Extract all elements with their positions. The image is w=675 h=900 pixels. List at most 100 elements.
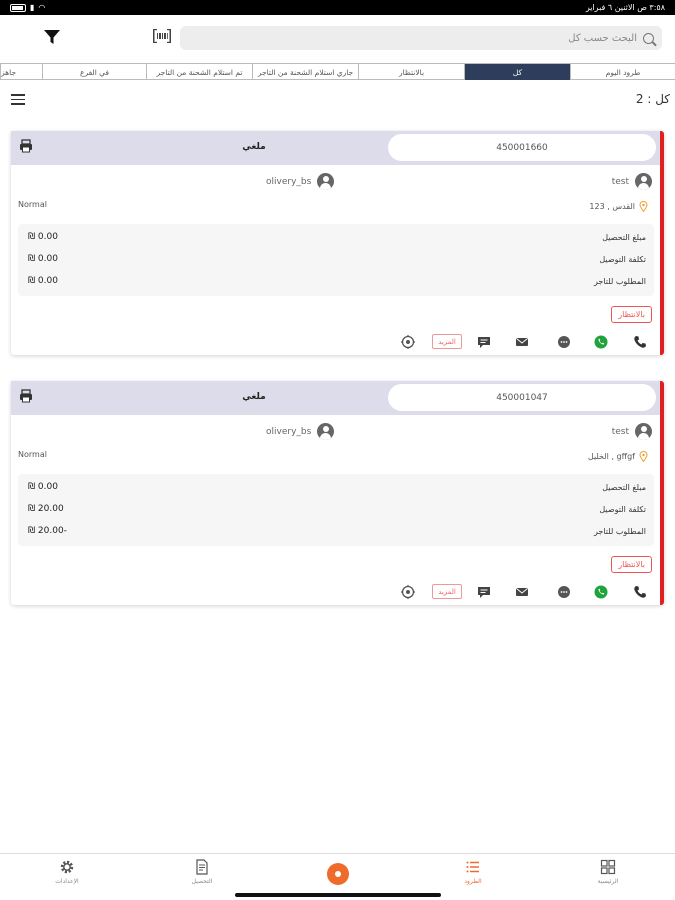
location-text: القدس , 123 [589, 202, 635, 211]
tab-waiting[interactable]: بالانتظار [358, 64, 464, 80]
priority-label: Normal [18, 200, 47, 209]
tab-ready[interactable]: جاهز [0, 64, 42, 80]
order-card-header: ملغي 450001660 [11, 131, 660, 165]
customer-avatar-icon [635, 423, 652, 440]
merchant-due: ₪ 0.00 [28, 276, 58, 286]
battery-percent-icon: ▮ [30, 3, 35, 12]
amount-row: ₪ 20.00 تكلفة التوصيل [18, 502, 654, 518]
filter-icon[interactable] [42, 27, 62, 47]
track-icon[interactable] [400, 334, 416, 350]
note-icon[interactable] [476, 584, 492, 600]
phone-icon[interactable] [632, 584, 648, 600]
delivery-cost: ₪ 0.00 [28, 254, 58, 264]
search-placeholder: البحث حسب كل [568, 32, 637, 44]
nav-dashboard[interactable]: الرئيسية [578, 859, 638, 885]
tab-picked-up[interactable]: تم استلام الشحنة من التاجر [146, 64, 252, 80]
customer-avatar-icon [635, 173, 652, 190]
driver-info: olivery_bs [266, 423, 335, 440]
amount-row: ₪ 0.00 مبلغ التحصيل [18, 480, 654, 496]
count-row: كل : 2 [0, 92, 675, 108]
search-icon [643, 32, 654, 44]
status-time: ٣:٥٨ ص الاثنين ٦ فبراير [585, 3, 665, 12]
order-card[interactable]: ملغي 450001660 olivery_bs test Normal ال… [11, 131, 664, 355]
note-icon[interactable] [476, 334, 492, 350]
location-pin-icon [639, 451, 648, 462]
whatsapp-icon[interactable] [593, 334, 609, 350]
search-row: البحث حسب كل [0, 22, 675, 56]
sms-icon[interactable] [556, 584, 572, 600]
amounts-panel: ₪ 0.00 مبلغ التحصيل ₪ 0.00 تكلفة التوصيل… [18, 224, 654, 296]
tab-today[interactable]: طرود اليوم [570, 64, 675, 80]
email-icon[interactable] [514, 584, 530, 600]
nav-settings-label: الإعدادات [55, 878, 79, 885]
tab-pickup-in-progress[interactable]: جاري استلام الشحنة من التاجر [252, 64, 358, 80]
status-bar: ▮ ◠ ٣:٥٨ ص الاثنين ٦ فبراير [0, 0, 675, 15]
collection-label: مبلغ التحصيل [602, 233, 646, 242]
grid-icon [600, 859, 616, 875]
location-pin-icon [639, 201, 648, 212]
location-text: الخليل , gffgf [587, 452, 635, 461]
driver-name: olivery_bs [266, 176, 312, 187]
merchant-due-label: المطلوب للتاجر [594, 527, 646, 536]
email-icon[interactable] [514, 334, 530, 350]
more-button[interactable]: المزيد [432, 334, 462, 349]
amounts-panel: ₪ 0.00 مبلغ التحصيل ₪ 20.00 تكلفة التوصي… [18, 474, 654, 546]
print-icon[interactable] [19, 389, 33, 403]
card-actions: المزيد [11, 334, 660, 352]
add-order-button[interactable] [327, 863, 349, 885]
order-count: كل : 2 [635, 92, 670, 106]
tab-in-branch[interactable]: في الفرع [42, 64, 146, 80]
collection-amount: ₪ 0.00 [28, 232, 58, 242]
battery-icon [10, 3, 26, 12]
order-id: 450001047 [388, 384, 656, 411]
home-indicator [235, 893, 441, 897]
customer-name: test [611, 426, 629, 437]
menu-icon[interactable] [11, 94, 25, 105]
collection-label: مبلغ التحصيل [602, 483, 646, 492]
customer-name: test [611, 176, 629, 187]
nav-dashboard-label: الرئيسية [597, 878, 619, 885]
location: القدس , 123 [589, 201, 648, 212]
customer-info: test [612, 173, 652, 190]
merchant-due: ₪ 20.00- [28, 526, 67, 536]
amount-row: ₪ 0.00 المطلوب للتاجر [18, 274, 654, 290]
nav-orders[interactable]: الطرود [443, 859, 503, 885]
print-icon[interactable] [19, 139, 33, 153]
more-button[interactable]: المزيد [432, 584, 462, 599]
nav-orders-label: الطرود [464, 878, 482, 885]
driver-avatar-icon [317, 173, 335, 190]
order-status: ملغي [242, 142, 266, 152]
card-actions: المزيد [11, 584, 660, 602]
phone-icon[interactable] [632, 334, 648, 350]
amount-row: ₪ 0.00 تكلفة التوصيل [18, 252, 654, 268]
customer-info: test [612, 423, 652, 440]
gear-icon [60, 860, 74, 874]
delivery-cost: ₪ 20.00 [28, 504, 64, 514]
delivery-cost-label: تكلفة التوصيل [599, 255, 646, 264]
tab-all[interactable]: كل [464, 64, 570, 80]
order-status: ملغي [242, 392, 266, 402]
search-input[interactable]: البحث حسب كل [180, 26, 662, 50]
nav-collection[interactable]: التحصيل [172, 859, 232, 885]
status-indicators: ▮ ◠ [10, 3, 45, 12]
amount-row: ₪ 0.00 مبلغ التحصيل [18, 230, 654, 246]
priority-label: Normal [18, 450, 47, 459]
order-card[interactable]: ملغي 450001047 olivery_bs test Normal ال… [11, 381, 664, 605]
driver-avatar-icon [317, 423, 335, 440]
order-id: 450001660 [388, 134, 656, 161]
nav-settings[interactable]: الإعدادات [37, 859, 97, 885]
wifi-icon: ◠ [38, 3, 46, 12]
location: الخليل , gffgf [588, 451, 648, 462]
order-card-header: ملغي 450001047 [11, 381, 660, 415]
whatsapp-icon[interactable] [593, 584, 609, 600]
nav-collection-label: التحصيل [191, 878, 213, 885]
collection-amount: ₪ 0.00 [28, 482, 58, 492]
order-state-button[interactable]: بالانتظار [611, 306, 652, 323]
sms-icon[interactable] [556, 334, 572, 350]
merchant-due-label: المطلوب للتاجر [594, 277, 646, 286]
track-icon[interactable] [400, 584, 416, 600]
order-state-button[interactable]: بالانتظار [611, 556, 652, 573]
bottom-nav: الإعدادات التحصيل الطرود الرئيسية [0, 853, 675, 900]
barcode-scan-icon[interactable] [153, 29, 171, 43]
driver-info: olivery_bs [266, 173, 335, 190]
